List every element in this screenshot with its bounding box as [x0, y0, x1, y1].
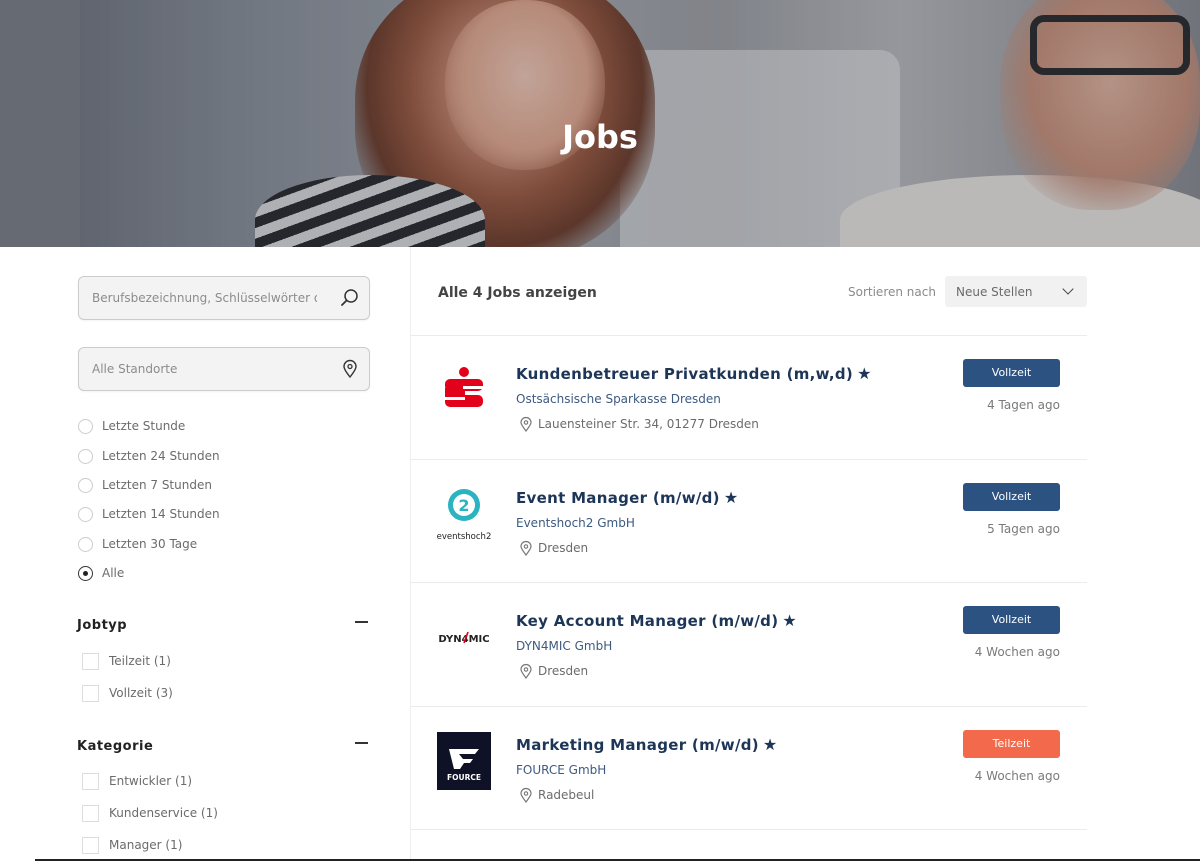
date-filter-label: Letzten 7 Stunden — [102, 478, 212, 492]
job-posted-age: 5 Tagen ago — [987, 522, 1060, 536]
job-count-label: Alle 4 Jobs anzeigen — [438, 285, 597, 301]
job-card[interactable]: DYN4MIC Key Account Manager (m/w/d) ★ DYN… — [411, 583, 1087, 707]
map-pin-icon — [520, 663, 532, 679]
job-type-badge[interactable]: Vollzeit — [963, 606, 1060, 634]
job-card[interactable]: FOURCE Marketing Manager (m/w/d) ★ FOURCE… — [411, 707, 1087, 831]
svg-text:2: 2 — [458, 496, 469, 515]
date-filter-option[interactable]: Letzte Stunde — [78, 417, 328, 437]
filter-sidebar: Berufsbezeichnung, Schlüsselwörter oder … — [0, 247, 411, 861]
radio-button[interactable] — [78, 419, 93, 434]
job-title-link[interactable]: Marketing Manager (m/w/d) ★ — [516, 735, 778, 754]
job-title-link[interactable]: Event Manager (m/w/d) ★ — [516, 488, 739, 507]
jobtyp-section-header[interactable]: Jobtyp — [77, 614, 369, 634]
job-location-label: Lauensteiner Str. 34, 01277 Dresden — [538, 417, 759, 431]
date-filter-label: Alle — [102, 566, 125, 580]
job-type-badge[interactable]: Vollzeit — [963, 483, 1060, 511]
kategorie-filter-label: Manager (1) — [109, 838, 183, 852]
job-title-link[interactable]: Key Account Manager (m/w/d) ★ — [516, 611, 797, 630]
location-input[interactable]: Alle Standorte — [78, 347, 370, 391]
jobtyp-heading: Jobtyp — [77, 618, 128, 633]
search-icon[interactable] — [340, 288, 360, 308]
jobtyp-filter-label: Teilzeit (1) — [109, 654, 171, 668]
job-location-label: Dresden — [538, 664, 589, 678]
page-title: Jobs — [562, 118, 638, 156]
job-listing-main: Alle 4 Jobs anzeigen Sortieren nach Neue… — [411, 247, 1200, 861]
kategorie-filter-label: Kundenservice (1) — [109, 806, 218, 820]
date-filter-label: Letzten 24 Stunden — [102, 449, 220, 463]
divider — [411, 829, 1087, 830]
job-posted-age: 4 Wochen ago — [974, 769, 1060, 783]
sort-label: Sortieren nach — [848, 285, 936, 299]
radio-button[interactable] — [78, 478, 93, 493]
job-posted-age: 4 Wochen ago — [974, 645, 1060, 659]
hero-banner: Jobs — [0, 0, 1200, 247]
dyn4mic-logo: DYN4MIC — [438, 631, 490, 645]
date-filter-option[interactable]: Letzten 7 Stunden — [78, 476, 328, 496]
map-pin-icon — [520, 787, 532, 803]
kategorie-filter-option[interactable]: Manager (1) — [82, 836, 332, 856]
location-placeholder: Alle Standorte — [92, 362, 178, 376]
job-title-link[interactable]: Kundenbetreuer Privatkunden (m,w,d) ★ — [516, 364, 872, 383]
sort-select[interactable]: Neue Stellen — [945, 276, 1087, 307]
collapse-minus-icon[interactable] — [355, 621, 368, 623]
kategorie-section-header[interactable]: Kategorie — [77, 735, 369, 755]
date-filter-label: Letzten 14 Stunden — [102, 507, 220, 521]
map-pin-icon — [520, 416, 532, 432]
jobtyp-filter-option[interactable]: Vollzeit (3) — [82, 684, 332, 704]
checkbox[interactable] — [82, 685, 99, 702]
eventshoch2-logo-text: eventshoch2 — [437, 532, 491, 542]
radio-button[interactable] — [78, 449, 93, 464]
sort-value: Neue Stellen — [956, 285, 1033, 299]
job-title: Key Account Manager (m/w/d) — [516, 612, 779, 630]
company-name: Eventshoch2 GmbH — [516, 516, 635, 530]
checkbox[interactable] — [82, 805, 99, 822]
job-card[interactable]: Kundenbetreuer Privatkunden (m,w,d) ★ Ost… — [411, 336, 1087, 460]
search-placeholder: Berufsbezeichnung, Schlüsselwörter oder … — [92, 291, 317, 305]
chevron-down-icon — [1062, 283, 1074, 295]
featured-star-icon: ★ — [723, 488, 739, 507]
radio-button-checked[interactable] — [78, 566, 93, 581]
map-pin-icon — [520, 540, 532, 556]
job-title: Event Manager (m/w/d) — [516, 489, 720, 507]
kategorie-heading: Kategorie — [77, 739, 154, 754]
company-name: Ostsächsische Sparkasse Dresden — [516, 392, 721, 406]
date-filter-option-selected[interactable]: Alle — [78, 564, 328, 584]
date-filter-option[interactable]: Letzten 24 Stunden — [78, 447, 328, 467]
featured-star-icon: ★ — [782, 611, 798, 630]
job-type-badge[interactable]: Teilzeit — [963, 730, 1060, 758]
job-location-label: Dresden — [538, 541, 589, 555]
featured-star-icon: ★ — [857, 364, 872, 383]
collapse-minus-icon[interactable] — [355, 742, 368, 744]
date-filter-option[interactable]: Letzten 30 Tage — [78, 535, 328, 555]
job-title: Marketing Manager (m/w/d) — [516, 736, 759, 754]
kategorie-filter-label: Entwickler (1) — [109, 774, 193, 788]
jobtyp-filter-option[interactable]: Teilzeit (1) — [82, 652, 332, 672]
map-pin-icon — [343, 359, 357, 379]
checkbox[interactable] — [82, 773, 99, 790]
eventshoch2-logo: 2 eventshoch2 — [437, 489, 491, 542]
kategorie-filter-option[interactable]: Entwickler (1) — [82, 772, 332, 792]
date-filter-label: Letzten 30 Tage — [102, 537, 198, 551]
date-filter-option[interactable]: Letzten 14 Stunden — [78, 505, 328, 525]
sparkasse-logo — [445, 367, 483, 407]
fource-logo-text: FOURCE — [447, 773, 481, 782]
job-title: Kundenbetreuer Privatkunden (m,w,d) — [516, 365, 854, 383]
fource-logo: FOURCE — [437, 732, 491, 790]
search-input[interactable]: Berufsbezeichnung, Schlüsselwörter oder … — [78, 276, 370, 320]
job-card[interactable]: 2 eventshoch2 Event Manager (m/w/d) ★ Eve… — [411, 460, 1087, 584]
job-type-badge[interactable]: Vollzeit — [963, 359, 1060, 387]
job-posted-age: 4 Tagen ago — [987, 398, 1060, 412]
company-name: FOURCE GmbH — [516, 763, 607, 777]
jobtyp-filter-label: Vollzeit (3) — [109, 686, 173, 700]
job-location-label: Radebeul — [538, 788, 595, 802]
checkbox[interactable] — [82, 653, 99, 670]
dyn4mic-logo-text: DYN4MIC — [438, 634, 489, 645]
date-filter-label: Letzte Stunde — [102, 419, 186, 433]
kategorie-filter-option[interactable]: Kundenservice (1) — [82, 804, 332, 824]
radio-button[interactable] — [78, 537, 93, 552]
company-name: DYN4MIC GmbH — [516, 639, 613, 653]
radio-button[interactable] — [78, 507, 93, 522]
featured-star-icon: ★ — [762, 735, 778, 754]
checkbox[interactable] — [82, 837, 99, 854]
